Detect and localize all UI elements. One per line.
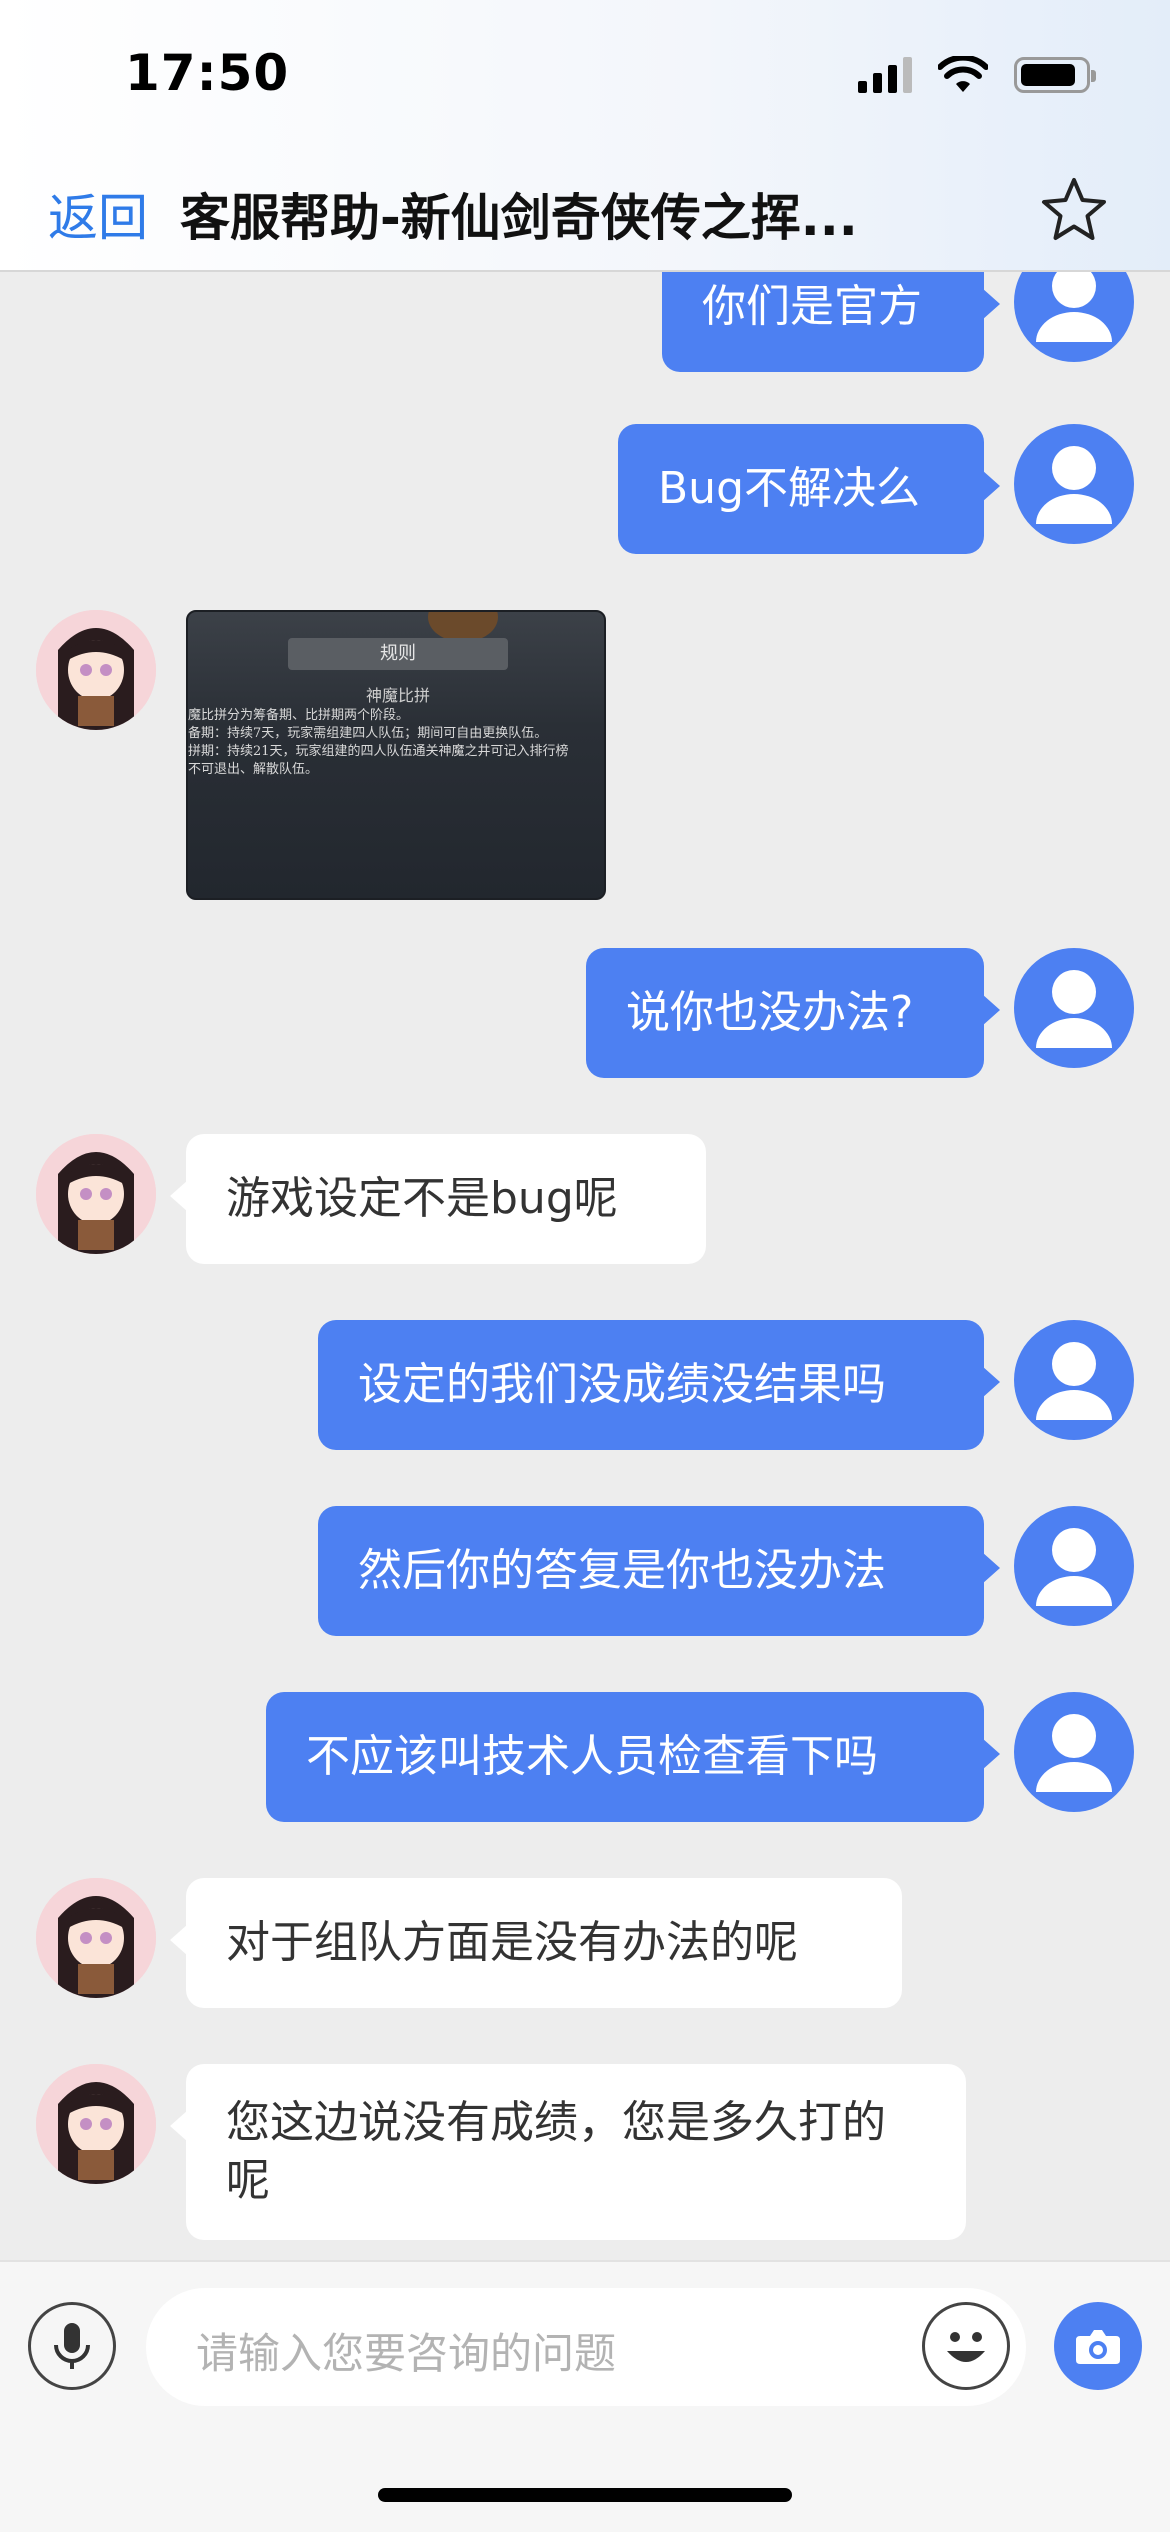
wifi-icon [938, 56, 988, 92]
user-avatar [1014, 424, 1134, 544]
home-indicator [378, 2488, 792, 2502]
message-bubble[interactable]: 说你也没办法? [586, 948, 1000, 1078]
user-avatar [1014, 272, 1134, 362]
user-avatar [1014, 948, 1134, 1068]
image-text-line: 拼期：持续21天，玩家组建的四人队伍通关神魔之井可记入排行榜 [188, 744, 569, 759]
user-avatar [1014, 1320, 1134, 1440]
message-input[interactable]: 请输入您要咨询的问题 [146, 2288, 1026, 2406]
agent-avatar [36, 610, 156, 730]
status-bar: 17:50 [0, 0, 1170, 150]
nav-bar: 返回 客服帮助-新仙剑奇侠传之挥... [0, 150, 1170, 272]
message-bubble[interactable]: 不应该叫技术人员检查看下吗 [266, 1692, 1000, 1822]
star-icon[interactable] [1038, 174, 1110, 246]
page-title: 客服帮助-新仙剑奇侠传之挥... [180, 189, 858, 247]
image-banner: 规则 [288, 638, 508, 670]
chat-message-user: 你们是官方 [0, 272, 1170, 382]
message-bubble[interactable]: 你们是官方 [662, 272, 1000, 372]
input-placeholder: 请输入您要咨询的问题 [196, 2329, 617, 2378]
emoji-button[interactable] [922, 2302, 1010, 2390]
battery-icon [1014, 57, 1096, 93]
status-icons [858, 56, 1096, 94]
chat-message-user: 然后你的答复是你也没办法 [0, 1506, 1170, 1646]
signal-icon [858, 57, 912, 93]
agent-avatar [36, 1134, 156, 1254]
message-bubble[interactable]: Bug不解决么 [618, 424, 1000, 554]
image-message[interactable]: 规则 神魔比拼 魔比拼分为筹备期、比拼期两个阶段。 备期：持续7天，玩家需组建四… [186, 610, 606, 900]
camera-icon [1076, 2330, 1120, 2364]
image-subtitle: 神魔比拼 [365, 686, 430, 705]
smiley-icon [947, 2332, 985, 2362]
chat-message-user: Bug不解决么 [0, 424, 1170, 564]
chat-message-agent: 对于组队方面是没有办法的呢 [0, 1878, 1170, 2018]
user-avatar [1014, 1506, 1134, 1626]
agent-avatar [36, 2064, 156, 2184]
camera-button[interactable] [1054, 2302, 1142, 2390]
chat-message-agent: 您这边说没有成绩，您是多久打的呢 [0, 2064, 1170, 2254]
message-bubble[interactable]: 您这边说没有成绩，您是多久打的呢 [170, 2064, 966, 2240]
chat-message-user: 说你也没办法? [0, 948, 1170, 1088]
message-bubble[interactable]: 游戏设定不是bug呢 [170, 1134, 706, 1264]
back-button[interactable]: 返回 [48, 178, 148, 250]
message-bubble[interactable]: 对于组队方面是没有办法的呢 [170, 1878, 902, 2008]
agent-avatar [36, 1878, 156, 1998]
image-text-line: 魔比拼分为筹备期、比拼期两个阶段。 [188, 708, 410, 723]
image-text-line: 不可退出、解散队伍。 [188, 762, 319, 777]
chat-message-agent: 规则 神魔比拼 魔比拼分为筹备期、比拼期两个阶段。 备期：持续7天，玩家需组建四… [0, 610, 1170, 900]
chat-message-user: 不应该叫技术人员检查看下吗 [0, 1692, 1170, 1832]
chat-message-agent: 游戏设定不是bug呢 [0, 1134, 1170, 1274]
status-time: 17:50 [125, 44, 290, 102]
user-avatar [1014, 1692, 1134, 1812]
chat-message-user: 设定的我们没成绩没结果吗 [0, 1320, 1170, 1460]
message-bubble[interactable]: 设定的我们没成绩没结果吗 [318, 1320, 1000, 1450]
microphone-button[interactable] [28, 2302, 116, 2390]
chat-area[interactable]: 你们是官方 Bug不解决么 规则 神魔比拼 魔比拼分为筹备期、比拼期两个阶段。 … [0, 272, 1170, 2260]
microphone-icon [54, 2323, 90, 2369]
image-text-line: 备期：持续7天，玩家需组建四人队伍；期间可自由更换队伍。 [188, 726, 548, 741]
message-bubble[interactable]: 然后你的答复是你也没办法 [318, 1506, 1000, 1636]
